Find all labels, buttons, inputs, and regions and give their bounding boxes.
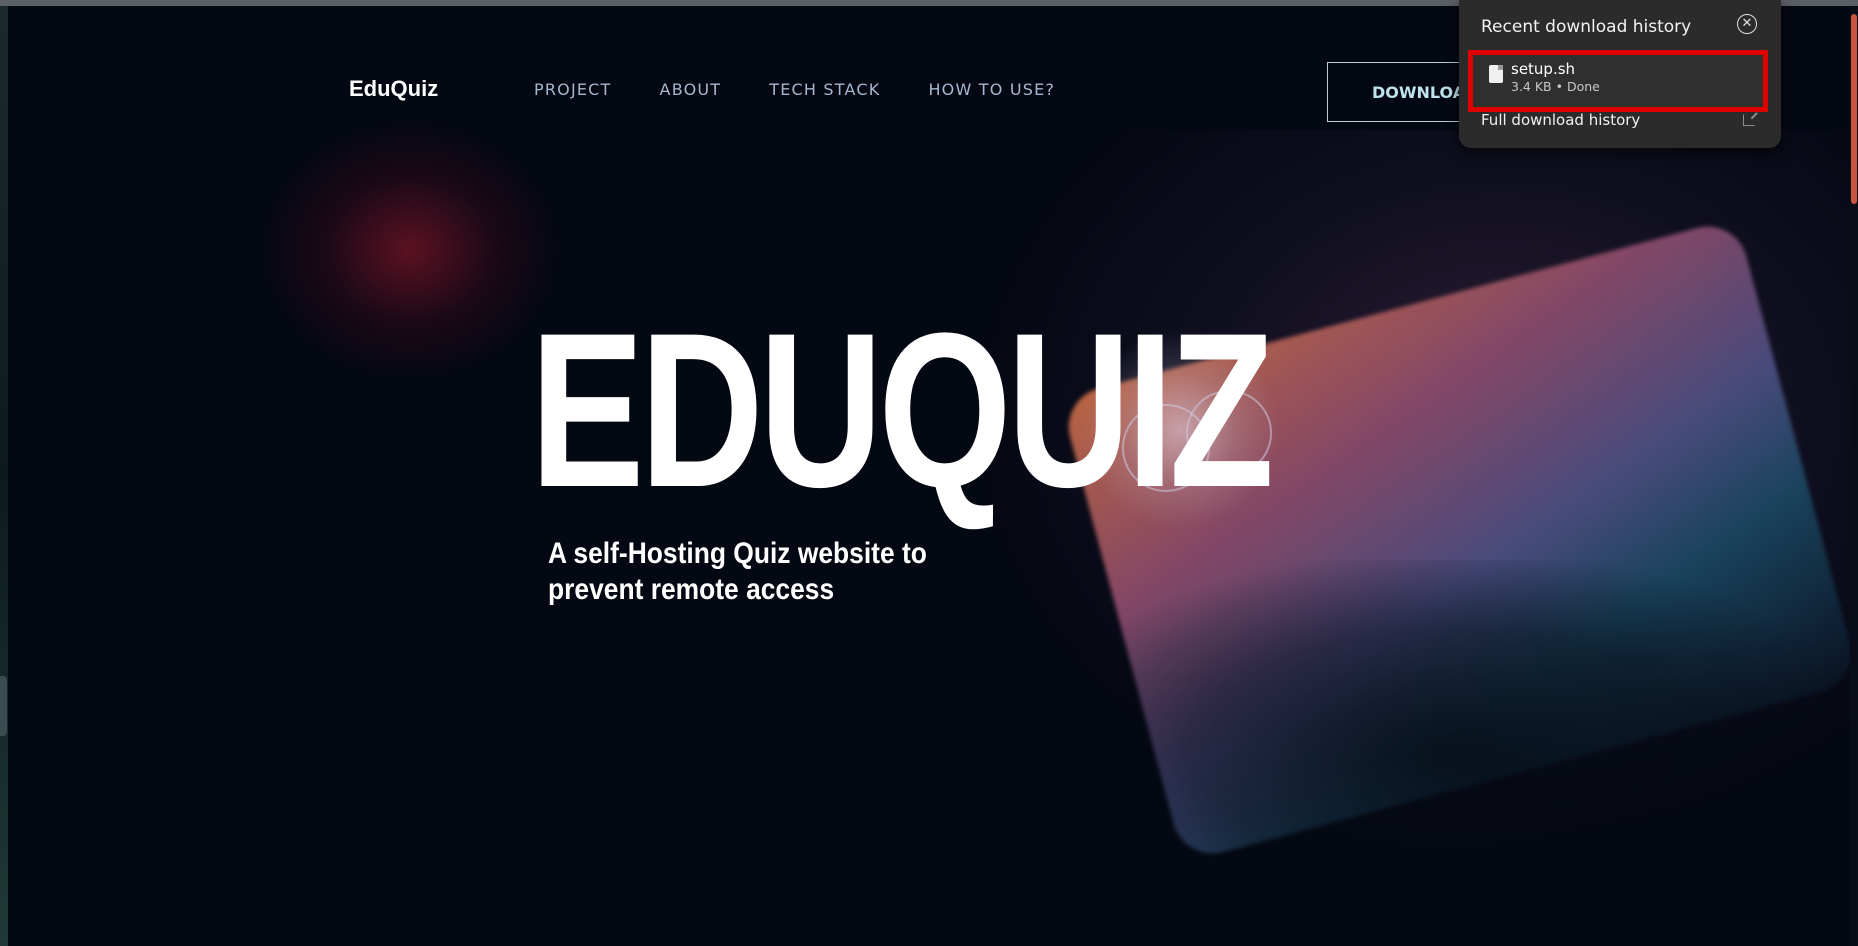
nav-item-project[interactable]: PROJECT [534,80,612,99]
full-download-history-link[interactable]: Full download history [1481,111,1640,129]
nav-item-about[interactable]: ABOUT [660,80,722,99]
browser-viewport: EduQuiz PROJECT ABOUT TECH STACK HOW TO … [0,0,1858,946]
scrollbar-thumb[interactable] [1851,14,1857,204]
card-shadow [1040,560,1858,880]
download-filename: setup.sh [1511,60,1576,78]
main-nav: PROJECT ABOUT TECH STACK HOW TO USE? [534,80,1055,99]
close-icon[interactable]: ✕ [1737,14,1757,34]
download-history-panel: Recent download history ✕ setup.sh 3.4 K… [1459,0,1781,148]
nav-item-how-to-use[interactable]: HOW TO USE? [928,80,1055,99]
desktop-left-edge [0,6,8,946]
panel-title: Recent download history [1481,17,1692,37]
file-icon [1489,65,1503,83]
nav-item-tech-stack[interactable]: TECH STACK [769,80,880,99]
download-item[interactable]: setup.sh 3.4 KB • Done [1468,50,1768,112]
scrollbar[interactable] [1850,6,1858,946]
red-glow-decoration [260,120,560,380]
site-logo[interactable]: EduQuiz [349,76,438,102]
download-meta: 3.4 KB • Done [1511,79,1600,94]
external-link-icon[interactable] [1743,114,1755,126]
hero-subtitle: A self-Hosting Quiz website to prevent r… [548,537,927,606]
side-handle[interactable] [0,676,7,736]
hero-title: EDUQUIZ [530,287,1274,533]
